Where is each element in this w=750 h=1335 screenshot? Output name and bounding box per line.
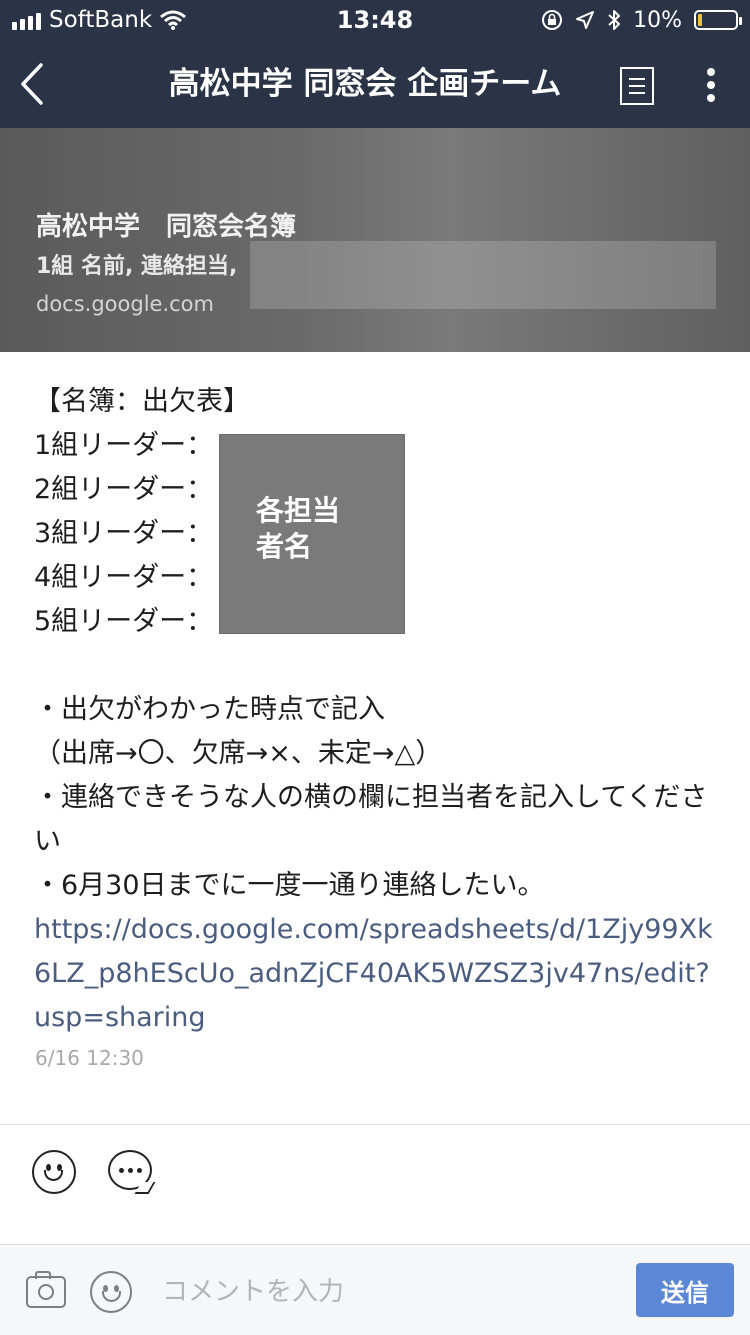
link-preview-card[interactable]: 高松中学 同窓会名簿 1組 名前, 連絡担当, docs.google.com [0, 128, 750, 352]
status-bar: SoftBank 13:48 10% [0, 0, 750, 40]
smile-icon [32, 1150, 76, 1194]
location-lock-icon [542, 10, 563, 30]
redaction-label-1: 各担当 [256, 494, 341, 527]
location-arrow-icon [576, 11, 595, 29]
back-button[interactable] [10, 54, 54, 114]
preview-title: 高松中学 同窓会名簿 [36, 212, 297, 242]
camera-icon[interactable] [26, 1271, 66, 1308]
note-line-4: ・6月30日までに一度一通り連絡したい。 [34, 870, 545, 901]
emoji-icon [90, 1271, 132, 1313]
back-icon [21, 63, 43, 105]
comment-bubble-icon [108, 1150, 152, 1190]
preview-domain: docs.google.com [36, 292, 214, 316]
note-line-3: ・連絡できそうな人の横の欄に担当者を記入してください [34, 782, 708, 857]
post-timestamp: 6/16 12:30 [35, 1046, 144, 1070]
divider [0, 1124, 750, 1125]
menu-list-icon[interactable] [620, 67, 654, 105]
navigation-bar: 高松中学 同窓会 企画チーム [0, 40, 750, 128]
comment-input[interactable] [160, 1269, 604, 1315]
note-line-1: ・出欠がわかった時点で記入 [34, 694, 385, 725]
more-vertical-icon[interactable] [694, 62, 728, 108]
spreadsheet-link[interactable]: https://docs.google.com/spreadsheets/d/1… [34, 908, 720, 1040]
bluetooth-icon [608, 10, 621, 30]
redaction-label-2: 者名 [256, 530, 313, 563]
redacted-names-box: 各担当 者名 [219, 434, 405, 634]
comment-bar: 送信 [0, 1244, 750, 1335]
note-line-2: （出席→〇、欠席→×、未定→△） [34, 738, 443, 769]
status-right: 10% [541, 6, 742, 34]
preview-description: 1組 名前, 連絡担当, [36, 254, 238, 279]
send-button[interactable]: 送信 [636, 1263, 734, 1317]
battery-fill [698, 14, 702, 26]
redaction-overlay [250, 241, 716, 309]
comment-button[interactable] [108, 1150, 156, 1198]
emoji-button[interactable] [90, 1271, 132, 1313]
reaction-button[interactable] [32, 1150, 80, 1198]
battery-icon [694, 10, 742, 30]
post-heading: 【名簿：出欠表】 [34, 386, 250, 417]
page-title: 高松中学 同窓会 企画チーム [168, 66, 562, 102]
battery-percent: 10% [633, 7, 682, 33]
